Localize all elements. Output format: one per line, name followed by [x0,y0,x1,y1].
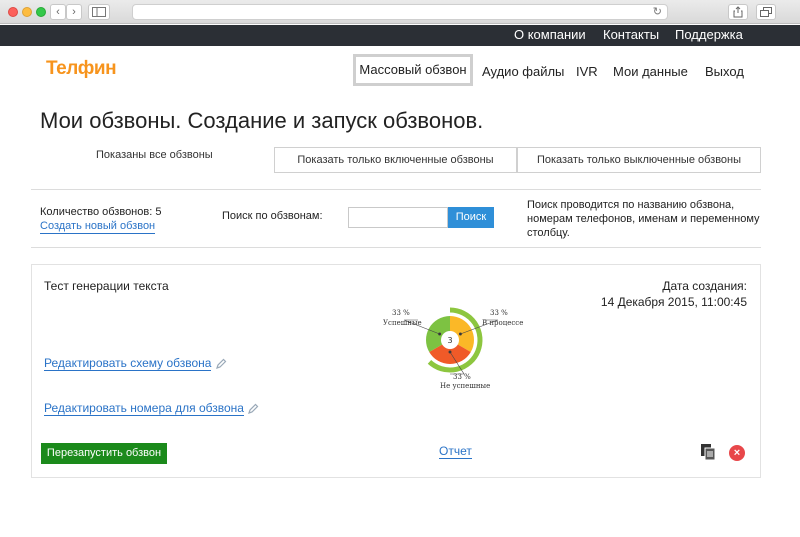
nav-item-ivr[interactable]: IVR [576,64,598,80]
search-button[interactable]: Поиск [448,207,494,228]
divider [31,189,761,190]
chart-category-label: В процессе [482,319,524,327]
chart-center-label: 3 [447,336,452,345]
forward-icon[interactable]: › [66,4,82,20]
topbar-link-about[interactable]: О компании [514,27,586,43]
chart-leader-dot [458,332,462,336]
page-title: Мои обзвоны. Создание и запуск обзвонов. [40,108,484,133]
delete-campaign-icon[interactable]: × [729,445,745,461]
pencil-icon[interactable] [247,403,259,415]
close-window-button[interactable] [8,7,18,17]
nav-item-my-data[interactable]: Мои данные [613,64,688,80]
pencil-icon[interactable] [215,358,227,370]
search-hint: Поиск проводится по названию обзвона, но… [527,199,760,239]
maximize-window-button[interactable] [36,7,46,17]
address-bar[interactable]: ↻ [132,4,668,20]
chart-value-label: 33 % [392,309,410,317]
chart-category-label: Не успешные [440,382,491,390]
top-bar: О компании Контакты Поддержка [0,25,800,46]
tabs-overview-icon[interactable] [756,4,776,20]
reload-icon[interactable]: ↻ [653,5,662,19]
filter-tab-disabled[interactable]: Показать только выключенные обзвоны [517,147,761,173]
campaign-count: Количество обзвонов: 5 [40,206,162,218]
status-chart: 3 33 % Успешные 33 % В процессе 33 % Не … [380,300,524,395]
chart-leader-dot [438,332,442,336]
browser-toolbar: ‹ › ↻ [0,0,800,24]
search-input[interactable] [348,207,448,228]
minimize-window-button[interactable] [22,7,32,17]
campaign-name: Тест генерации текста [44,279,169,293]
nav-item-logout[interactable]: Выход [705,64,744,80]
edit-numbers-link[interactable]: Редактировать номера для обзвона [44,401,244,416]
copy-icon[interactable] [700,443,716,461]
divider [31,247,761,248]
share-icon[interactable] [728,4,748,20]
filter-tab-all[interactable]: Показаны все обзвоны [96,149,213,161]
filter-tab-enabled[interactable]: Показать только включенные обзвоны [274,147,517,173]
back-icon[interactable]: ‹ [50,4,66,20]
search-label: Поиск по обзвонам: [222,210,323,222]
creation-date-label: Дата создания: [662,279,747,293]
chart-value-label: 33 % [490,309,508,317]
topbar-link-contacts[interactable]: Контакты [603,27,659,43]
chart-value-label: 33 % [453,373,471,381]
restart-campaign-button[interactable]: Перезапустить обзвон [41,443,167,464]
edit-scheme-link[interactable]: Редактировать схему обзвона [44,356,212,371]
sidebar-toggle-icon[interactable] [88,4,110,20]
nav-item-audio-files[interactable]: Аудио файлы [482,64,564,80]
topbar-link-support[interactable]: Поддержка [675,27,743,43]
nav-item-mass-dialing[interactable]: Массовый обзвон [353,54,473,86]
create-campaign-link[interactable]: Создать новый обзвон [40,220,156,234]
brand-logo[interactable]: Телфин [46,58,117,80]
chart-category-label: Успешные [383,319,422,327]
chart-leader-dot [448,350,452,354]
report-link[interactable]: Отчет [439,444,472,459]
creation-date-value: 14 Декабря 2015, 11:00:45 [600,295,747,309]
